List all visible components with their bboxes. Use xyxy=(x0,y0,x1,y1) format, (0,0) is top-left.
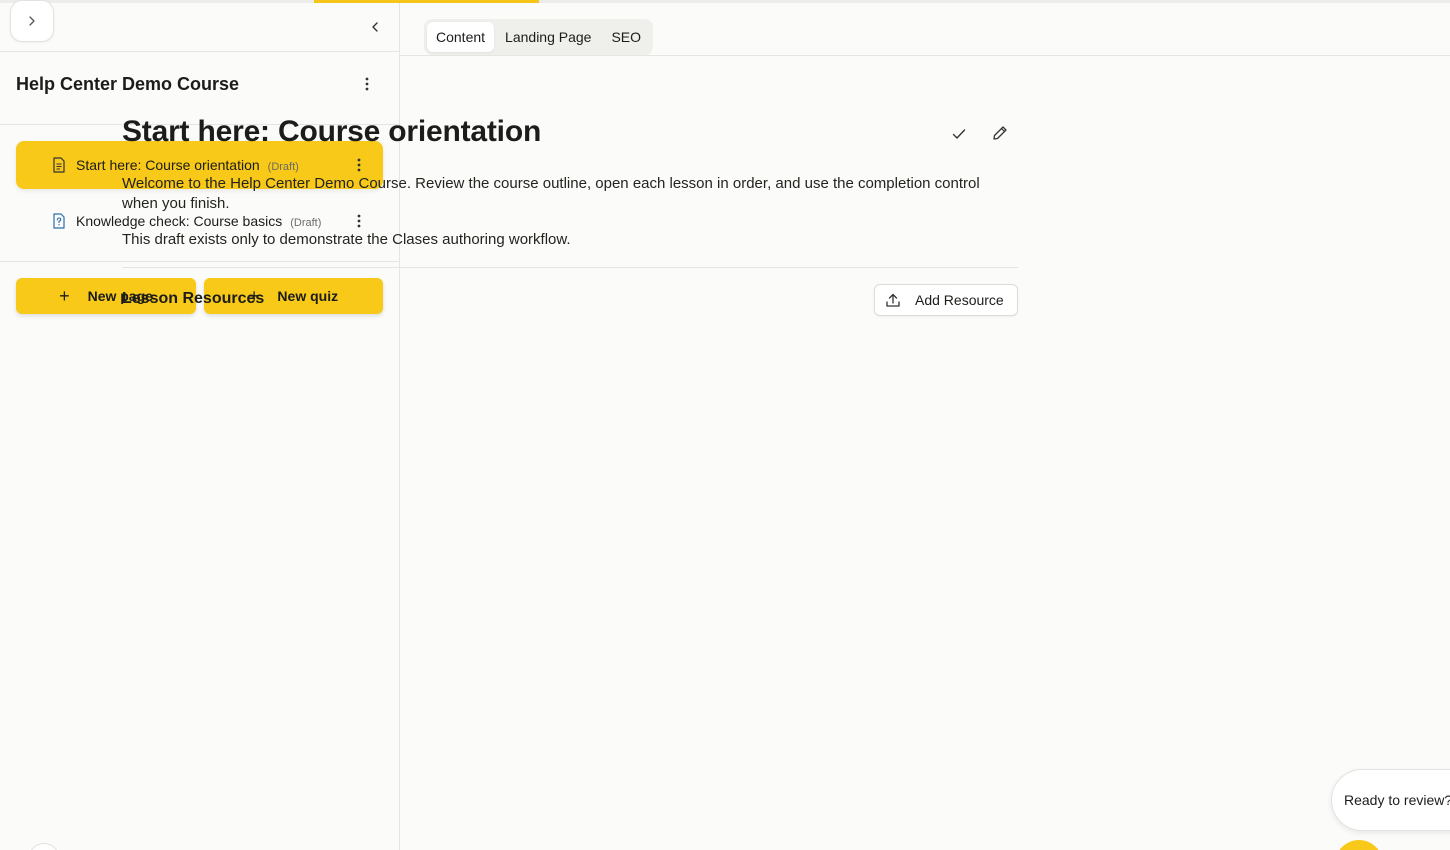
lesson-content: Start here: Course orientation Welcome t… xyxy=(122,115,1018,318)
add-resource-button[interactable]: Add Resource xyxy=(874,284,1018,316)
resources-title: Lesson Resources xyxy=(122,290,265,307)
check-icon xyxy=(952,128,966,139)
more-vertical-icon xyxy=(365,77,369,91)
mark-complete-button[interactable] xyxy=(952,127,966,145)
document-icon xyxy=(53,157,65,173)
upload-icon xyxy=(886,293,900,307)
tab-content[interactable]: Content xyxy=(427,22,495,52)
tab-seo[interactable]: SEO xyxy=(602,22,650,52)
collapse-sidebar-button[interactable] xyxy=(365,17,385,37)
plus-icon: + xyxy=(59,286,70,306)
app-root: Help Center Demo Course Start here: Cour… xyxy=(0,0,1450,850)
lesson-paragraph: This draft exists only to demonstrate th… xyxy=(122,231,571,248)
lesson-title: Start here: Course orientation xyxy=(122,115,542,148)
review-prompt-text: Ready to review? xyxy=(1344,792,1450,808)
lesson-resources-section: Lesson Resources Add Resource xyxy=(122,268,1018,318)
tabs: Content Landing Page SEO xyxy=(424,19,654,55)
title-actions xyxy=(952,125,1008,146)
lesson-paragraph: Welcome to the Help Center Demo Course. … xyxy=(122,175,980,212)
quiz-icon xyxy=(53,213,65,229)
edit-button[interactable] xyxy=(992,125,1008,146)
tab-landing-page[interactable]: Landing Page xyxy=(496,22,600,52)
review-prompt[interactable]: Ready to review? xyxy=(1331,769,1450,831)
chevron-left-icon xyxy=(372,22,378,32)
pencil-icon xyxy=(993,126,1007,140)
course-title: Help Center Demo Course xyxy=(16,74,240,94)
tab-bar: Content Landing Page SEO xyxy=(400,3,1450,56)
sidebar-toolbar xyxy=(0,0,399,52)
add-resource-label: Add Resource xyxy=(915,292,1004,308)
chevron-right-icon xyxy=(29,16,35,26)
course-menu-button[interactable] xyxy=(357,74,377,94)
expand-sidebar-button[interactable] xyxy=(10,0,54,42)
